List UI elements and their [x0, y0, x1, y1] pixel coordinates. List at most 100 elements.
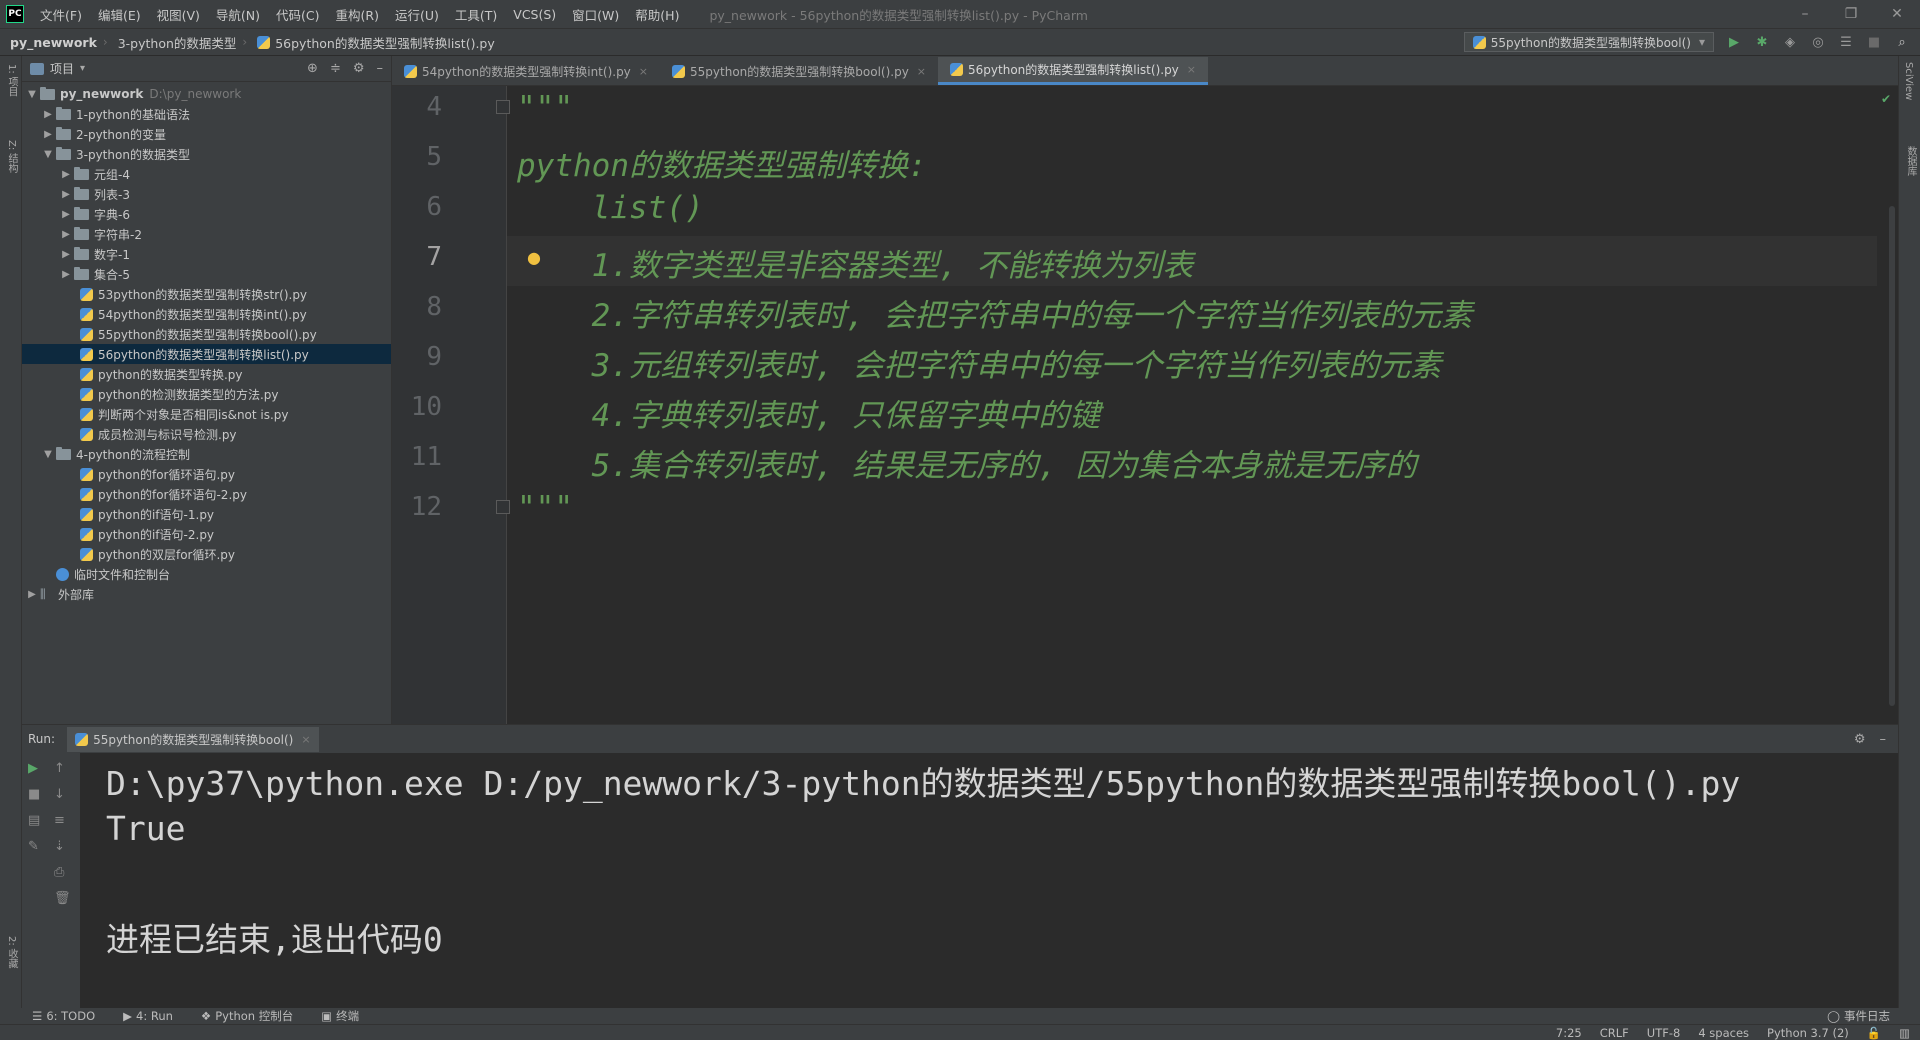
run-config-select[interactable]: 55python的数据类型强制转换bool() ▾	[1463, 32, 1714, 52]
menu-navigate[interactable]: 导航(N)	[208, 5, 268, 24]
tree-subfolder[interactable]: ▶ 列表-3	[22, 184, 391, 204]
code-area[interactable]: 4 5 6 7 8 9 10 11 12 ● """ python的数据类型强制…	[392, 86, 1899, 724]
breadcrumb-file[interactable]: 56python的数据类型强制转换list().py	[247, 33, 501, 52]
menu-window[interactable]: 窗口(W)	[564, 5, 627, 24]
coverage-icon[interactable]: ◈	[1782, 34, 1798, 50]
caret-position[interactable]: 7:25	[1556, 1026, 1582, 1040]
tree-file[interactable]: python的for循环语句-2.py	[22, 484, 391, 504]
python-interpreter[interactable]: Python 3.7 (2)	[1767, 1026, 1849, 1040]
stop-icon[interactable]: ■	[28, 787, 40, 802]
layout-icon[interactable]: ▤	[28, 813, 40, 828]
tree-file[interactable]: 成员检测与标识号检测.py	[22, 424, 391, 444]
chevron-down-icon[interactable]: ▾	[80, 63, 85, 74]
tree-file-selected[interactable]: 56python的数据类型强制转换list().py	[22, 344, 391, 364]
menu-help[interactable]: 帮助(H)	[627, 5, 687, 24]
python-console-tool-button[interactable]: ❖ Python 控制台	[201, 1008, 293, 1024]
tree-folder-open[interactable]: ▼ 4-python的流程控制	[22, 444, 391, 464]
favorites-tool-button[interactable]: 2: 收藏	[4, 936, 19, 969]
tree-file[interactable]: python的if语句-2.py	[22, 524, 391, 544]
close-tab-icon[interactable]: ×	[1187, 63, 1196, 76]
rerun-icon[interactable]: ▶	[28, 761, 38, 776]
hide-panel-icon[interactable]: –	[377, 61, 384, 76]
menu-tools[interactable]: 工具(T)	[447, 5, 505, 24]
database-tool-button[interactable]: 数据库	[1903, 146, 1918, 176]
build-icon[interactable]: ☰	[1838, 34, 1854, 50]
console-output[interactable]: D:\py37\python.exe D:/py_newwork/3-pytho…	[80, 753, 1898, 1009]
locate-file-icon[interactable]: ⊕	[307, 61, 318, 76]
breadcrumb-folder[interactable]: 3-python的数据类型	[108, 33, 243, 52]
down-arrow-icon[interactable]: ↓	[54, 787, 65, 802]
trash-icon[interactable]: 🗑	[54, 891, 71, 906]
menu-vcs[interactable]: VCS(S)	[505, 7, 564, 22]
minimize-icon[interactable]: –	[1782, 6, 1828, 22]
tree-folder-open[interactable]: ▼ 3-python的数据类型	[22, 144, 391, 164]
lock-icon[interactable]: 🔓	[1867, 1026, 1881, 1040]
editor-scrollbar[interactable]	[1889, 206, 1895, 706]
editor-tab[interactable]: 54python的数据类型强制转换int().py ×	[392, 57, 660, 85]
tree-file[interactable]: python的双层for循环.py	[22, 544, 391, 564]
restore-icon[interactable]: ❐	[1828, 6, 1874, 22]
run-icon[interactable]: ▶	[1726, 34, 1742, 50]
tree-subfolder[interactable]: ▶ 元组-4	[22, 164, 391, 184]
memory-icon[interactable]: ▥	[1899, 1026, 1910, 1040]
fold-marker-icon[interactable]	[496, 500, 510, 514]
tree-file[interactable]: python的检测数据类型的方法.py	[22, 384, 391, 404]
hide-panel-icon[interactable]: –	[1880, 732, 1887, 747]
todo-tool-button[interactable]: ☰ 6: TODO	[32, 1009, 95, 1023]
search-icon[interactable]: ⌕	[1894, 34, 1910, 50]
editor-tab[interactable]: 55python的数据类型强制转换bool().py ×	[660, 57, 938, 85]
stop-icon[interactable]: ■	[1866, 34, 1882, 50]
tree-file[interactable]: python的for循环语句.py	[22, 464, 391, 484]
profile-icon[interactable]: ◎	[1810, 34, 1826, 50]
project-tool-button[interactable]: 1: 项目	[4, 64, 19, 97]
breadcrumb-project[interactable]: py_newwork	[0, 35, 103, 50]
menu-code[interactable]: 代码(C)	[268, 5, 327, 24]
pin-icon[interactable]: ✎	[28, 839, 39, 854]
tree-subfolder[interactable]: ▶ 数字-1	[22, 244, 391, 264]
tree-file[interactable]: 54python的数据类型强制转换int().py	[22, 304, 391, 324]
tree-scratches[interactable]: 临时文件和控制台	[22, 564, 391, 584]
line-separator[interactable]: CRLF	[1600, 1026, 1629, 1040]
up-arrow-icon[interactable]: ↑	[54, 761, 65, 776]
project-panel-title[interactable]: 项目	[50, 60, 74, 77]
menu-view[interactable]: 视图(V)	[149, 5, 208, 24]
tree-subfolder[interactable]: ▶ 字符串-2	[22, 224, 391, 244]
tree-root[interactable]: ▼ py_newwork D:\py_newwork	[22, 84, 391, 104]
run-tool-button[interactable]: ▶ 4: Run	[123, 1009, 173, 1023]
menu-file[interactable]: 文件(F)	[32, 5, 90, 24]
tree-file[interactable]: 判断两个对象是否相同is&not is.py	[22, 404, 391, 424]
collapse-all-icon[interactable]: ≑	[330, 61, 341, 76]
event-log-button[interactable]: ◯ 事件日志	[1827, 1008, 1890, 1024]
close-tab-icon[interactable]: ×	[639, 65, 648, 78]
editor-tab-active[interactable]: 56python的数据类型强制转换list().py ×	[938, 57, 1209, 85]
tree-folder[interactable]: ▶ 2-python的变量	[22, 124, 391, 144]
terminal-tool-button[interactable]: ▣ 终端	[321, 1008, 359, 1024]
scroll-to-end-icon[interactable]: ⇣	[54, 839, 65, 854]
inspection-ok-icon[interactable]: ✔	[1881, 92, 1891, 106]
gear-icon[interactable]: ⚙	[1854, 732, 1866, 747]
sciview-tool-button[interactable]: SciView	[1903, 62, 1914, 100]
tree-subfolder[interactable]: ▶ 集合-5	[22, 264, 391, 284]
tree-file[interactable]: python的数据类型转换.py	[22, 364, 391, 384]
tree-external-libraries[interactable]: ▶ ⫼ 外部库	[22, 584, 391, 604]
tree-file[interactable]: 53python的数据类型强制转换str().py	[22, 284, 391, 304]
soft-wrap-icon[interactable]: ≡	[54, 813, 65, 828]
fold-marker-icon[interactable]	[496, 100, 510, 114]
gear-icon[interactable]: ⚙	[353, 61, 365, 76]
close-tab-icon[interactable]: ×	[301, 733, 310, 746]
close-tab-icon[interactable]: ×	[917, 65, 926, 78]
tree-file[interactable]: 55python的数据类型强制转换bool().py	[22, 324, 391, 344]
run-tab[interactable]: 55python的数据类型强制转换bool() ×	[67, 726, 319, 752]
menu-refactor[interactable]: 重构(R)	[328, 5, 387, 24]
print-icon[interactable]: ⎙	[54, 865, 64, 880]
tree-file[interactable]: python的if语句-1.py	[22, 504, 391, 524]
debug-icon[interactable]: ✱	[1754, 34, 1770, 50]
tree-subfolder[interactable]: ▶ 字典-6	[22, 204, 391, 224]
indent-setting[interactable]: 4 spaces	[1698, 1026, 1749, 1040]
menu-run[interactable]: 运行(U)	[387, 5, 447, 24]
file-encoding[interactable]: UTF-8	[1647, 1026, 1681, 1040]
structure-tool-button[interactable]: Z: 结构	[4, 140, 19, 173]
tree-folder[interactable]: ▶ 1-python的基础语法	[22, 104, 391, 124]
menu-edit[interactable]: 编辑(E)	[90, 5, 149, 24]
close-window-icon[interactable]: ✕	[1874, 6, 1920, 22]
